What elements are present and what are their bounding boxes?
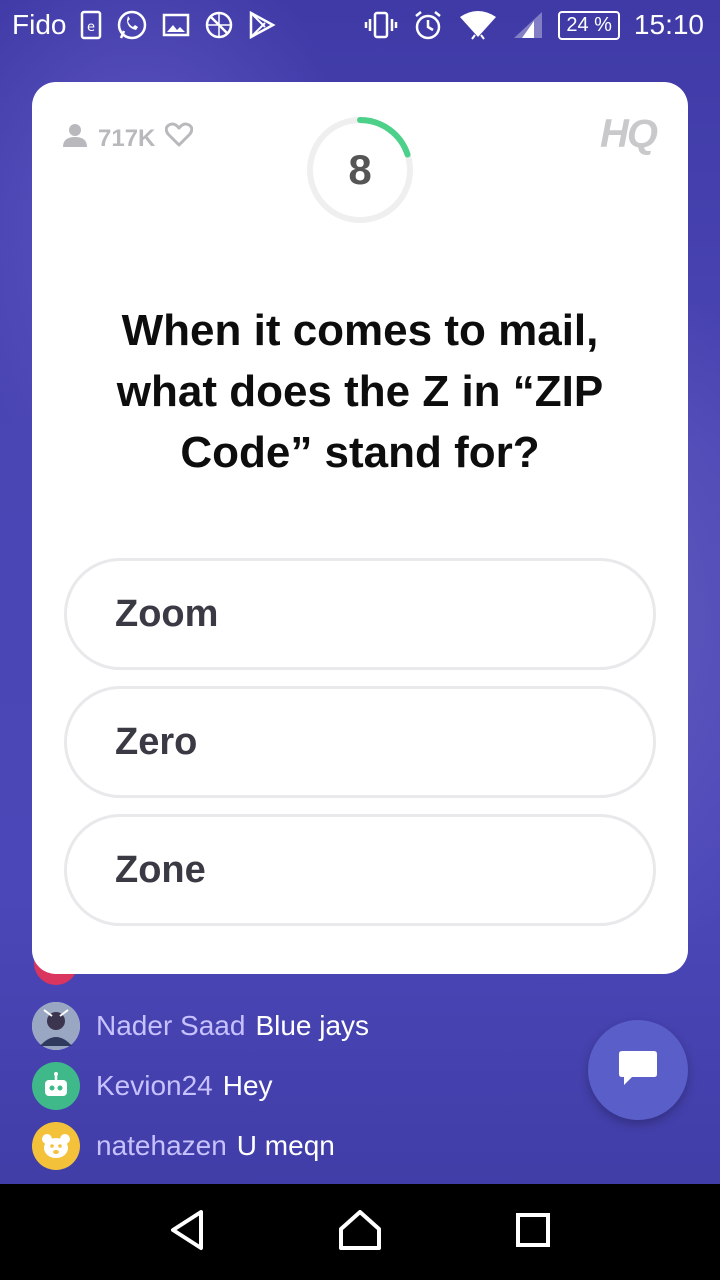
- chat-message: Nader Saad Blue jays: [32, 996, 592, 1056]
- question-text: When it comes to mail, what does the Z i…: [116, 306, 604, 477]
- chat-username[interactable]: Kevion24: [96, 1070, 213, 1102]
- chat-message: Kevion24 Hey: [32, 1056, 592, 1116]
- home-button[interactable]: [330, 1202, 390, 1262]
- whatsapp-icon: [116, 9, 148, 41]
- answer-option-2[interactable]: Zero: [64, 686, 656, 798]
- card-header: 717K 8 HQ: [32, 82, 688, 223]
- answer-option-3[interactable]: Zone: [64, 814, 656, 926]
- countdown-timer: 8: [304, 114, 416, 226]
- sim-icon: e: [80, 10, 102, 40]
- clock: 15:10: [633, 9, 704, 40]
- hq-logo: HQ: [600, 112, 658, 156]
- viewer-count-value: 717K: [98, 124, 156, 152]
- chat-bubble-icon: [618, 1049, 658, 1092]
- play-store-icon: [248, 10, 277, 40]
- photo-avatar: [32, 1002, 80, 1050]
- back-icon: [167, 1208, 207, 1257]
- recents-button[interactable]: [503, 1202, 563, 1262]
- recents-icon: [515, 1212, 551, 1253]
- carrier-name: Fido: [12, 9, 67, 40]
- robot-avatar: [32, 1062, 80, 1110]
- blocked-app-icon: [204, 10, 234, 40]
- home-icon: [338, 1209, 382, 1256]
- chat-text: U meqn: [236, 1130, 335, 1161]
- navigation-bar: [0, 1184, 720, 1280]
- bear-avatar: [32, 1122, 80, 1170]
- chat-button[interactable]: [588, 1020, 688, 1120]
- chat-feed: Nader Saad Blue jays Kevion24 Hey nateha…: [32, 996, 592, 1176]
- alarm-icon: [412, 9, 444, 41]
- chat-text: Blue jays: [255, 1010, 370, 1041]
- wifi-icon: [458, 9, 498, 41]
- heart-icon[interactable]: [165, 122, 194, 155]
- viewer-count: 717K: [62, 122, 194, 155]
- answer-option-1[interactable]: Zoom: [64, 558, 656, 670]
- status-bar: Fido e 24 % 15:10: [0, 0, 720, 50]
- chat-username[interactable]: Nader Saad: [96, 1010, 245, 1042]
- chat-username[interactable]: natehazen: [96, 1130, 227, 1162]
- back-button[interactable]: [157, 1202, 217, 1262]
- signal-icon: [512, 10, 544, 40]
- gallery-icon: [162, 13, 190, 37]
- svg-text:e: e: [87, 20, 95, 35]
- question-card: 717K 8 HQ When it comes to mail, what do…: [32, 82, 688, 974]
- vibrate-icon: [364, 10, 398, 40]
- timer-value: 8: [348, 146, 372, 193]
- chat-text: Hey: [222, 1070, 273, 1101]
- chat-message: natehazen U meqn: [32, 1116, 592, 1176]
- user-icon: [62, 122, 88, 155]
- battery-indicator: 24 %: [558, 10, 620, 40]
